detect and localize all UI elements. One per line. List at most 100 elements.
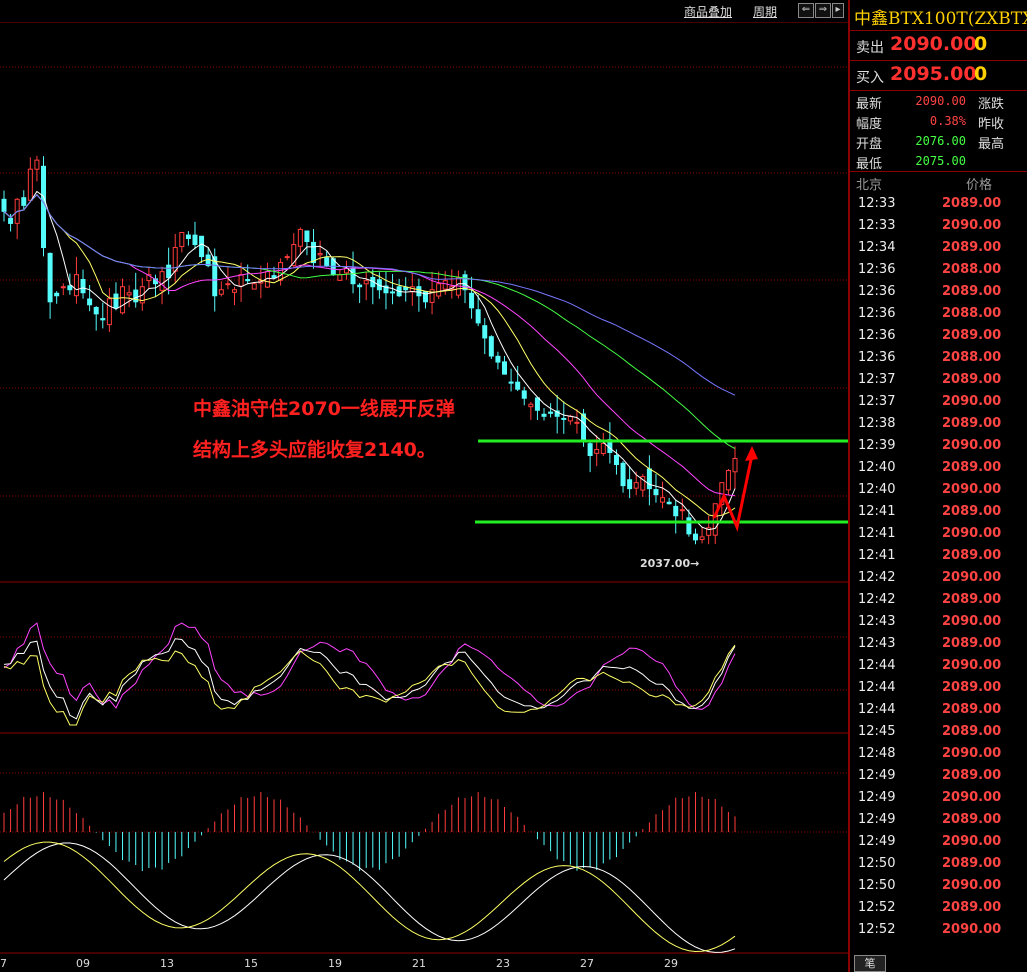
divider (850, 90, 1027, 91)
oscillator-line (3, 644, 736, 726)
tick-time: 12:43 (858, 614, 896, 629)
tick-time: 12:38 (858, 416, 896, 431)
expand-icon[interactable]: ▸ (832, 3, 844, 18)
candle-body (278, 262, 284, 281)
candle-body (482, 325, 488, 339)
ticks-price-header: 价格 (966, 178, 993, 193)
zoom-out-icon[interactable]: ⇐ (798, 3, 814, 18)
tab-trades[interactable]: 笔 (854, 955, 886, 972)
overlay-link[interactable]: 商品叠加 (684, 3, 732, 20)
candle-body (692, 533, 698, 541)
candle-body (363, 280, 369, 285)
tick-price: 2089.00 (942, 900, 1002, 915)
macd-line (3, 841, 736, 953)
tick-time: 12:50 (858, 856, 896, 871)
ticks-time-header: 北京 (856, 178, 883, 193)
tick-price: 2090.00 (942, 438, 1002, 453)
tick-time: 12:44 (858, 702, 896, 717)
candle-body (627, 479, 633, 490)
tick-row: 12:44 2089.00 (850, 699, 1027, 721)
tick-price: 2090.00 (942, 834, 1002, 849)
stat-value: 2090.00 (915, 94, 966, 108)
tick-price: 2090.00 (942, 614, 1002, 629)
tick-price: 2090.00 (942, 658, 1002, 673)
x-tick-label: 23 (496, 957, 510, 970)
tick-time: 12:40 (858, 460, 896, 475)
annotation-line2: 结构上多头应能收复2140。 (193, 439, 436, 461)
tick-time: 12:39 (858, 438, 896, 453)
tick-price: 2089.00 (942, 504, 1002, 519)
sell-row: 卖出 2090.00 0 (854, 31, 1027, 59)
tick-price: 2090.00 (942, 526, 1002, 541)
tick-row: 12:39 2090.00 (850, 435, 1027, 457)
kline-chart[interactable]: 商品叠加 周期 ⇐ ⇒ ▸ 中鑫油守住2070一线展开反弹 结构上多头应能收复2… (0, 0, 848, 972)
low-price-label: 2037.00→ (640, 557, 700, 570)
oscillator-line (3, 638, 736, 720)
tick-row: 12:40 2089.00 (850, 457, 1027, 479)
buy-label: 买入 (856, 70, 884, 86)
buy-row: 买入 2095.00 0 (854, 61, 1027, 89)
tick-time: 12:33 (858, 196, 896, 211)
quote-panel: 中鑫BTX100T(ZXBTX 卖出 2090.00 0 买入 2095.00 … (848, 0, 1027, 972)
tick-row: 12:37 2089.00 (850, 369, 1027, 391)
candle-body (120, 286, 126, 314)
tick-time: 12:43 (858, 636, 896, 651)
candle-body (47, 252, 53, 303)
candle-body (73, 274, 79, 297)
tick-time: 12:37 (858, 372, 896, 387)
candle-body (8, 217, 14, 224)
tick-row: 12:45 2089.00 (850, 721, 1027, 743)
candle-body (311, 241, 317, 264)
buy-volume: 0 (974, 63, 988, 85)
tick-price: 2089.00 (942, 812, 1002, 827)
tick-row: 12:36 2088.00 (850, 303, 1027, 325)
candle-body (80, 278, 86, 294)
candle-body (548, 411, 554, 414)
candle-body (238, 274, 244, 287)
stat-value: 0.38% (929, 114, 966, 128)
x-tick-label: 21 (412, 957, 426, 970)
stat-label: 幅度 (856, 117, 883, 132)
zoom-in-icon[interactable]: ⇒ (815, 3, 831, 18)
candle-body (87, 298, 93, 306)
tick-row: 12:36 2089.00 (850, 281, 1027, 303)
tick-price: 2088.00 (942, 350, 1002, 365)
tick-row: 12:48 2090.00 (850, 743, 1027, 765)
candle-body (271, 275, 277, 279)
candle-body (594, 448, 600, 454)
period-link[interactable]: 周期 (753, 3, 777, 20)
candle-body (297, 228, 303, 247)
tick-row: 12:49 2090.00 (850, 831, 1027, 853)
x-tick-label: 29 (664, 957, 678, 970)
tick-time: 12:52 (858, 922, 896, 937)
candle-body (192, 234, 198, 246)
tick-price: 2089.00 (942, 196, 1002, 211)
candle-body (488, 336, 494, 357)
tick-row: 12:41 2089.00 (850, 501, 1027, 523)
candle-body (304, 230, 310, 243)
candle-body (126, 292, 132, 296)
tick-price: 2089.00 (942, 680, 1002, 695)
tick-price: 2090.00 (942, 878, 1002, 893)
stat-label: 最低 (856, 157, 883, 172)
sell-price: 2090.00 (890, 33, 977, 55)
tick-price: 2090.00 (942, 394, 1002, 409)
candle-body (502, 361, 508, 375)
tick-price: 2088.00 (942, 306, 1002, 321)
tick-row: 12:42 2090.00 (850, 567, 1027, 589)
buy-price: 2095.00 (890, 63, 977, 85)
stat-label: 最新 (856, 97, 883, 112)
candle-body (245, 279, 251, 282)
candle-body (54, 292, 60, 297)
tick-row: 12:36 2088.00 (850, 347, 1027, 369)
candle-body (284, 256, 290, 259)
tick-row: 12:44 2090.00 (850, 655, 1027, 677)
candle-body (469, 292, 475, 309)
candle-body (357, 284, 363, 288)
tick-time: 12:33 (858, 218, 896, 233)
tick-price: 2089.00 (942, 460, 1002, 475)
candle-body (528, 403, 534, 408)
tick-time: 12:45 (858, 724, 896, 739)
tick-time: 12:49 (858, 768, 896, 783)
chart-canvas[interactable] (0, 0, 848, 972)
